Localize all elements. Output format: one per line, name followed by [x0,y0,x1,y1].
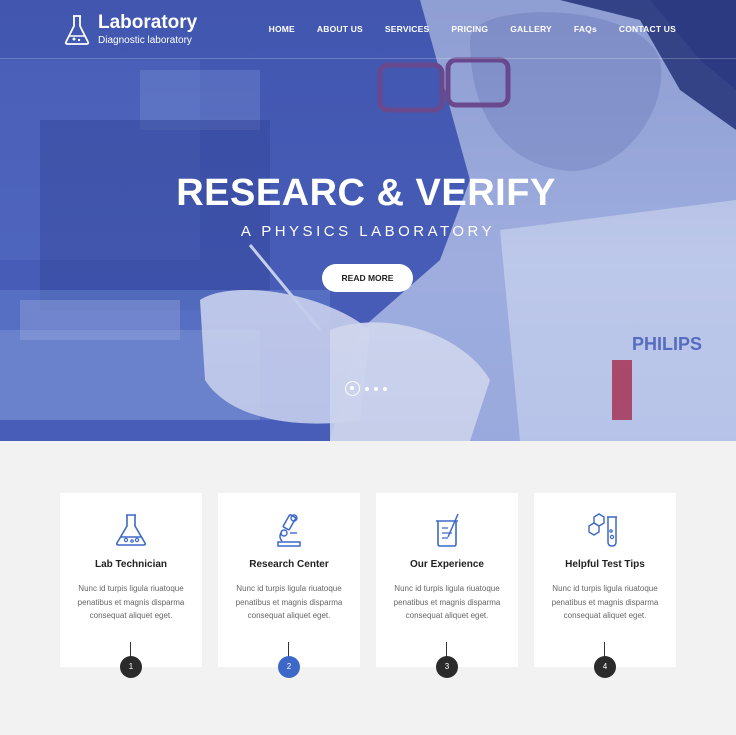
nav-services[interactable]: SERVICES [385,24,429,34]
step-number-3[interactable]: 3 [436,656,458,678]
feature-card-research-center: Research Center Nunc id turpis ligula ri… [218,493,360,667]
logo[interactable]: Laboratory Diagnostic laboratory [64,12,197,47]
hero-overlay [0,0,736,441]
site-header: Laboratory Diagnostic laboratory HOME AB… [0,0,736,59]
nav-about-us[interactable]: ABOUT US [317,24,363,34]
nav-faqs[interactable]: FAQs [574,24,597,34]
slider-pagination [345,381,392,396]
flask-icon [115,514,147,546]
nav-home[interactable]: HOME [269,24,295,34]
step-number-4[interactable]: 4 [594,656,616,678]
card-text: Nunc id turpis ligula riuatoque penatibu… [551,584,659,620]
step-number-2[interactable]: 2 [278,656,300,678]
flask-logo-icon [64,14,90,45]
card-text: Nunc id turpis ligula riuatoque penatibu… [235,584,343,620]
nav-contact-us[interactable]: CONTACT US [619,24,676,34]
slider-dot-3[interactable] [374,386,378,391]
nav-gallery[interactable]: GALLERY [510,24,552,34]
brand-title: Laboratory [98,12,198,33]
nav-pricing[interactable]: PRICING [451,24,488,34]
card-title: Helpful Test Tips [565,559,645,570]
microscope-icon [277,514,301,547]
hero-subtitle: A PHYSICS LABORATORY [240,223,496,240]
molecule-tube-icon [588,513,617,547]
card-title: Research Center [249,559,329,570]
feature-card-lab-technician: Lab Technician Nunc id turpis ligula riu… [60,493,202,667]
feature-card-helpful-test-tips: Helpful Test Tips Nunc id turpis ligula … [534,493,676,667]
read-more-button[interactable]: READ MORE [322,264,413,292]
step-number-1[interactable]: 1 [120,656,142,678]
card-text: Nunc id turpis ligula riuatoque penatibu… [77,584,185,620]
card-text: Nunc id turpis ligula riuatoque penatibu… [393,584,501,620]
main-nav: HOME ABOUT US SERVICES PRICING GALLERY F… [247,24,676,34]
slider-dot-4[interactable] [383,386,387,391]
card-title: Our Experience [410,559,484,570]
beaker-icon [436,513,459,547]
brand-subtitle: Diagnostic laboratory [98,35,192,46]
card-title: Lab Technician [94,559,168,570]
slider-dot-2[interactable] [365,386,369,391]
hero-section: PHILIPS Laboratory Diagnostic laboratory… [0,0,736,441]
feature-card-our-experience: Our Experience Nunc id turpis ligula riu… [376,493,518,667]
hero-title: RESEARC & VERIFY [176,172,556,214]
slider-dot-1[interactable] [345,381,360,396]
